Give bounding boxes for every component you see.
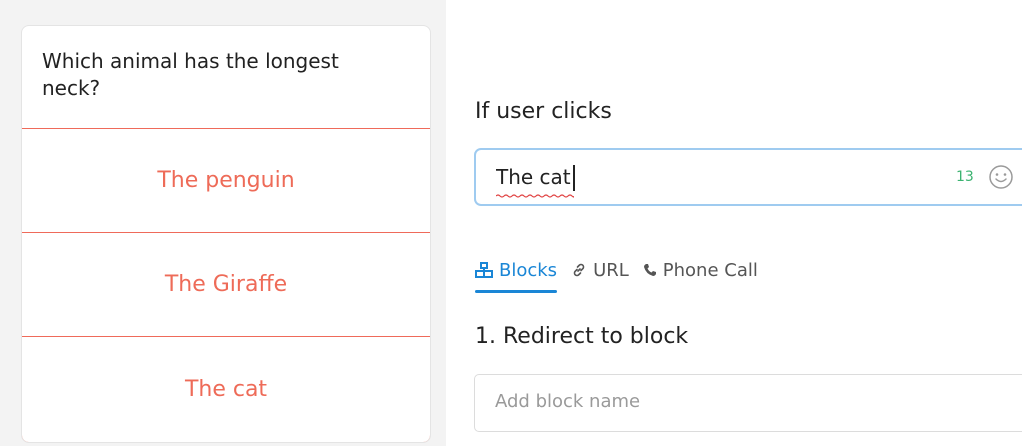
tab-label: Phone Call (662, 259, 758, 281)
tab-blocks[interactable]: Blocks (475, 256, 558, 293)
options-list: The penguin The Giraffe The cat (22, 128, 430, 442)
trigger-input[interactable] (496, 165, 916, 189)
tab-label: Blocks (499, 259, 558, 281)
trigger-input-wrapper[interactable]: 13 (474, 148, 1022, 206)
char-counter: 13 (956, 169, 974, 185)
block-name-field-wrapper[interactable] (474, 374, 1022, 432)
phone-icon (643, 264, 656, 276)
emoji-icon[interactable] (987, 163, 1015, 191)
text-caret (573, 165, 575, 191)
tab-url[interactable]: URL (571, 256, 629, 284)
action-tabs: Blocks URL Phone Call (475, 256, 758, 296)
option-button[interactable]: The Giraffe (22, 232, 430, 337)
section-title: 1. Redirect to block (475, 324, 689, 349)
block-name-input[interactable] (495, 391, 995, 412)
tab-phone-call[interactable]: Phone Call (643, 256, 758, 284)
trigger-label: If user clicks (475, 99, 612, 124)
quick-reply-card: Which animal has the longest neck? The p… (21, 25, 431, 443)
blocks-icon (475, 262, 493, 278)
tab-label: URL (593, 259, 629, 281)
spellcheck-underline (496, 194, 574, 198)
option-button[interactable]: The cat (22, 336, 430, 442)
question-text: Which animal has the longest neck? (42, 49, 339, 100)
preview-panel: Which animal has the longest neck? The p… (0, 0, 446, 446)
link-icon (573, 263, 585, 277)
option-button[interactable]: The penguin (22, 128, 430, 233)
